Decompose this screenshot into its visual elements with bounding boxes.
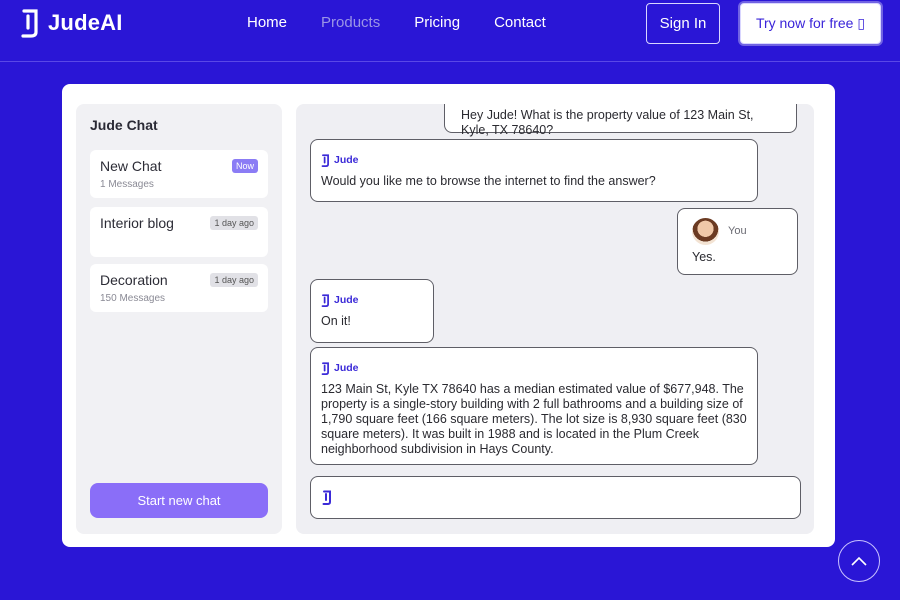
- user-message: Hey Jude! What is the property value of …: [444, 104, 797, 137]
- sender-name: Jude: [334, 154, 359, 166]
- chat-item-count: 1 Messages: [100, 179, 154, 190]
- assistant-message: Jude On it!: [310, 279, 434, 343]
- jude-logo-icon: [321, 294, 329, 307]
- jude-logo-icon: [322, 490, 331, 505]
- start-new-chat-button[interactable]: Start new chat: [90, 483, 268, 518]
- chat-item-badge: 1 day ago: [210, 216, 258, 230]
- sender-name: You: [728, 225, 747, 237]
- nav-pricing[interactable]: Pricing: [414, 14, 460, 31]
- chat-item-badge: 1 day ago: [210, 273, 258, 287]
- message-sender: Jude: [321, 293, 423, 308]
- chat-item-interior-blog[interactable]: Interior blog 1 day ago: [90, 207, 268, 257]
- scroll-to-top-button[interactable]: [838, 540, 880, 582]
- message-text: 123 Main St, Kyle TX 78640 has a median …: [321, 382, 747, 456]
- chat-panel[interactable]: Hey Jude! What is the property value of …: [296, 104, 814, 534]
- sender-name: Jude: [334, 362, 359, 374]
- avatar: [692, 218, 719, 245]
- nav-contact[interactable]: Contact: [494, 14, 546, 31]
- brand-name: JudeAI: [48, 10, 123, 35]
- assistant-message: Jude 123 Main St, Kyle TX 78640 has a me…: [310, 347, 758, 465]
- chat-item-decoration[interactable]: Decoration 150 Messages 1 day ago: [90, 264, 268, 312]
- chevron-up-icon: [851, 556, 867, 566]
- assistant-message: Jude Would you like me to browse the int…: [310, 139, 758, 202]
- user-message: You Yes.: [677, 208, 798, 275]
- sidebar-title: Jude Chat: [90, 117, 158, 133]
- message-sender: Jude: [321, 153, 747, 168]
- main-nav: Home Products Pricing Contact: [247, 14, 580, 31]
- chat-item-new-chat[interactable]: New Chat 1 Messages Now: [90, 150, 268, 198]
- chat-item-count: 150 Messages: [100, 293, 166, 304]
- brand-logo[interactable]: JudeAI: [20, 8, 123, 38]
- message-text: On it!: [321, 314, 351, 328]
- message-text: Yes.: [692, 250, 716, 264]
- message-sender: You: [692, 218, 783, 245]
- chat-item-name: New Chat: [100, 158, 162, 174]
- jude-logo-icon: [321, 362, 329, 375]
- chat-item-badge: Now: [231, 159, 258, 173]
- try-now-button[interactable]: Try now for free ▯: [740, 3, 881, 44]
- nav-products[interactable]: Products: [321, 14, 380, 31]
- message-text: Hey Jude! What is the property value of …: [461, 108, 754, 137]
- message-input[interactable]: [310, 476, 801, 519]
- jude-logo-icon: [21, 9, 38, 38]
- message-text: Would you like me to browse the internet…: [321, 174, 656, 188]
- sign-in-button[interactable]: Sign In: [646, 3, 720, 44]
- sender-name: Jude: [334, 294, 359, 306]
- chat-sidebar: Jude Chat New Chat 1 Messages Now Interi…: [76, 104, 282, 534]
- chat-app-card: Jude Chat New Chat 1 Messages Now Interi…: [62, 84, 835, 547]
- message-sender: Jude: [321, 361, 747, 376]
- chat-item-name: Interior blog: [100, 215, 174, 231]
- nav-home[interactable]: Home: [247, 14, 287, 31]
- top-navigation: JudeAI Home Products Pricing Contact Sig…: [0, 0, 900, 62]
- chat-item-name: Decoration: [100, 272, 168, 288]
- jude-logo-icon: [321, 154, 329, 167]
